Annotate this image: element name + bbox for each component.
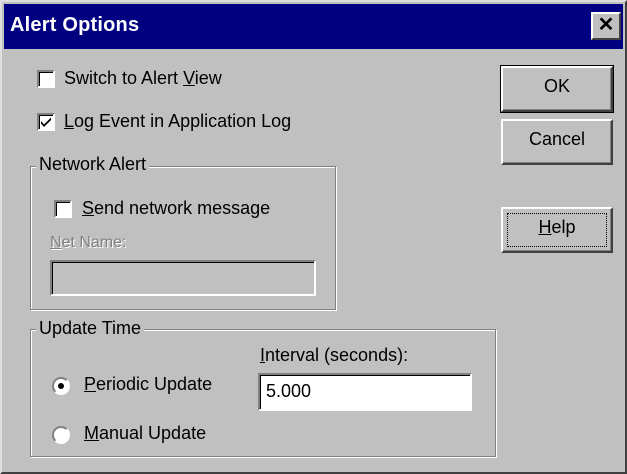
help-button[interactable]: Help [501,207,613,253]
network-alert-group-label: Network Alert [36,154,150,175]
net-name-input[interactable] [50,260,316,296]
alert-options-dialog: Alert Options ✕ Switch to Alert View Log… [0,0,627,474]
radio-dot-icon [58,383,64,389]
close-icon: ✕ [597,14,615,36]
interval-label: Interval (seconds): [260,345,409,365]
log-event-label[interactable]: Log Event in Application Log [64,111,291,132]
title-bar[interactable]: Alert Options ✕ [4,4,623,49]
send-network-message-label[interactable]: Send network message [82,198,270,219]
manual-update-label[interactable]: Manual Update [84,423,206,444]
close-button[interactable]: ✕ [591,12,621,40]
switch-to-alert-view-checkbox[interactable] [37,70,55,88]
cancel-button[interactable]: Cancel [501,119,613,165]
switch-to-alert-view-label[interactable]: Switch to Alert View [64,68,222,89]
manual-update-radio[interactable] [52,426,70,444]
ok-button[interactable]: OK [500,65,614,113]
send-network-message-checkbox[interactable] [54,200,72,218]
periodic-update-label[interactable]: Periodic Update [84,374,212,395]
window-title: Alert Options [10,14,140,36]
net-name-label: Net Name: [50,234,127,251]
checkmark-icon [41,117,51,127]
update-time-group-label: Update Time [36,318,145,339]
interval-input[interactable]: 5.000 [258,373,472,411]
periodic-update-radio[interactable] [52,377,70,395]
log-event-checkbox[interactable] [37,113,55,131]
